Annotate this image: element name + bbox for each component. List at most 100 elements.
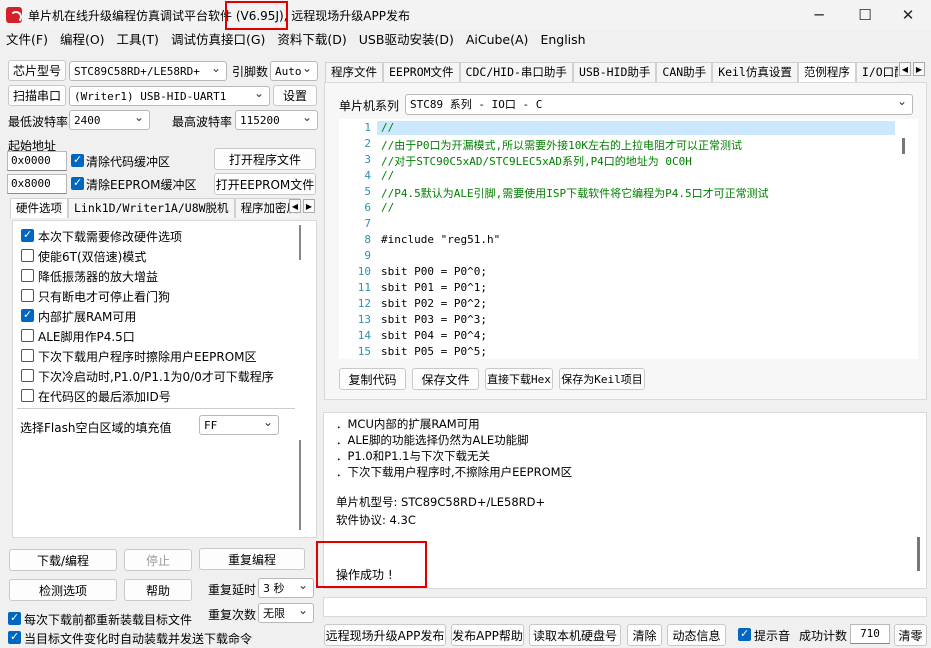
right-tab-2[interactable]: CDC/HID-串口助手 (459, 62, 573, 82)
right-tab-0[interactable]: 程序文件 (325, 62, 383, 82)
right-tab-5[interactable]: Keil仿真设置 (712, 62, 798, 82)
code-line: sbit P02 = P0^2; (381, 297, 487, 310)
maximize-button[interactable]: ☐ (842, 0, 888, 30)
menu-item-5[interactable]: USB驱动安装(D) (353, 30, 460, 50)
save-keil-project-button[interactable]: 保存为Keil项目 (559, 368, 645, 390)
hardware-option-checkbox[interactable] (21, 249, 34, 262)
hardware-option-checkbox[interactable] (21, 308, 34, 322)
download-program-button[interactable]: 下载/编程 (9, 549, 117, 571)
window-title: 单片机在线升级编程仿真调试平台软件 (V6.95J), 远程现场升级APP发布 (28, 9, 410, 23)
version-highlight-box (225, 1, 288, 30)
left-tab-0[interactable]: 硬件选项 (10, 198, 68, 218)
fill-value-select[interactable]: FF (199, 415, 279, 435)
read-disk-id-button[interactable]: 读取本机硬盘号 (529, 624, 621, 646)
clear-eeprom-label: 清除EEPROM缓冲区 (86, 178, 197, 192)
log-line: 软件协议: 4.3C (336, 513, 416, 527)
line-number: 9 (364, 249, 371, 262)
clear-log-button[interactable]: 清除 (627, 624, 662, 646)
right-tab-7[interactable]: I/O口配置 (855, 62, 898, 82)
line-number: 8 (364, 233, 371, 246)
reset-count-button[interactable]: 清零 (894, 624, 927, 646)
max-baud-select[interactable]: 115200 (235, 110, 318, 130)
beep-checkbox[interactable] (738, 627, 751, 641)
repeat-delay-select[interactable]: 3 秒 (258, 578, 314, 598)
save-file-button[interactable]: 保存文件 (412, 368, 479, 390)
repeat-count-select[interactable]: 无限 (258, 603, 314, 623)
line-number: 13 (357, 313, 371, 326)
eeprom-address-input[interactable]: 0x8000 (7, 174, 67, 194)
min-baud-select[interactable]: 2400 (69, 110, 150, 130)
clear-eeprom-checkbox[interactable] (71, 176, 84, 190)
menu-item-3[interactable]: 调试仿真接口(G) (165, 30, 271, 50)
code-scrollbar[interactable] (902, 138, 905, 154)
status-bar (323, 597, 927, 617)
chip-model-button[interactable]: 芯片型号 (8, 60, 66, 81)
hardware-option-checkbox[interactable] (21, 389, 34, 402)
settings-button[interactable]: 设置 (273, 85, 317, 106)
menu-item-0[interactable]: 文件(F) (0, 30, 54, 50)
scan-port-button[interactable]: 扫描串口 (8, 85, 66, 106)
line-number: 3 (364, 153, 371, 166)
hardware-option-checkbox[interactable] (21, 329, 34, 342)
hardware-option-label: 使能6T(双倍速)模式 (38, 250, 147, 264)
repeat-delay-label: 重复延时 (208, 583, 257, 597)
close-button[interactable]: ✕ (885, 0, 931, 30)
hardware-option-label: 在代码区的最后添加ID号 (38, 390, 171, 404)
code-line: sbit P00 = P0^0; (381, 265, 487, 278)
menu-item-4[interactable]: 资料下载(D) (271, 30, 352, 50)
code-line: sbit P04 = P0^4; (381, 329, 487, 342)
right-tab-6[interactable]: 范例程序 (797, 62, 856, 82)
reload-before-download-checkbox[interactable] (8, 611, 21, 625)
clear-code-checkbox[interactable] (71, 153, 84, 167)
auto-reload-label: 当目标文件变化时自动装载并发送下载命令 (24, 632, 253, 646)
menu-item-2[interactable]: 工具(T) (111, 30, 165, 50)
code-address-input[interactable]: 0x0000 (7, 151, 67, 171)
publish-help-button[interactable]: 发布APP帮助 (451, 624, 524, 646)
right-tab-3[interactable]: USB-HID助手 (572, 62, 657, 82)
line-number: 4 (364, 169, 371, 182)
line-number: 11 (357, 281, 371, 294)
menu-item-7[interactable]: English (534, 30, 591, 50)
log-line: ．MCU内部的扩展RAM可用 (336, 417, 480, 431)
check-options-button[interactable]: 检测选项 (9, 579, 117, 601)
open-program-file-button[interactable]: 打开程序文件 (214, 148, 316, 170)
stop-button[interactable]: 停止 (124, 549, 192, 571)
pins-select[interactable]: Auto (270, 61, 318, 81)
log-line: ．P1.0和P1.1与下次下载无关 (336, 449, 490, 463)
help-button[interactable]: 帮助 (124, 579, 192, 601)
options-scrollbar-bottom[interactable] (299, 440, 309, 530)
right-tab-scroll-right-icon[interactable]: ▶ (913, 62, 925, 76)
repeat-program-button[interactable]: 重复编程 (199, 548, 305, 570)
mcu-series-select[interactable]: STC89 系列 - IO口 - C (405, 94, 913, 115)
menu-item-1[interactable]: 编程(O) (54, 30, 111, 50)
right-tab-1[interactable]: EEPROM文件 (383, 62, 460, 82)
download-hex-button[interactable]: 直接下载Hex (485, 368, 553, 390)
dynamic-info-button[interactable]: 动态信息 (667, 624, 726, 646)
chip-model-select[interactable]: STC89C58RD+/LE58RD+ (69, 61, 227, 81)
auto-reload-checkbox[interactable] (8, 630, 21, 644)
menu-item-6[interactable]: AiCube(A) (460, 30, 535, 50)
tab-scroll-right-icon[interactable]: ▶ (303, 199, 315, 213)
hardware-option-checkbox[interactable] (21, 228, 34, 242)
open-eeprom-file-button[interactable]: 打开EEPROM文件 (214, 173, 316, 195)
hardware-option-checkbox[interactable] (21, 349, 34, 362)
tab-scroll-left-icon[interactable]: ◀ (289, 199, 301, 213)
right-tab-scroll-left-icon[interactable]: ◀ (899, 62, 911, 76)
options-scrollbar-top[interactable] (299, 225, 309, 260)
minimize-button[interactable]: ─ (796, 0, 842, 30)
right-tab-4[interactable]: CAN助手 (656, 62, 713, 82)
code-line: //对于STC90C5xAD/STC9LEC5xAD系列,P4口的地址为 0C0… (381, 155, 692, 168)
max-baud-label: 最高波特率 (172, 115, 233, 129)
app-logo-icon (6, 7, 22, 23)
hardware-option-checkbox[interactable] (21, 369, 34, 382)
code-editor[interactable]: 1 // 2 //由于P0口为开漏模式,所以需要外接10K左右的上拉电阻才可以正常测试… (339, 119, 918, 359)
left-tab-1[interactable]: Link1D/Writer1A/U8W脱机 (68, 198, 235, 218)
hardware-option-checkbox[interactable] (21, 269, 34, 282)
log-scrollbar[interactable] (917, 537, 920, 571)
remote-upgrade-button[interactable]: 远程现场升级APP发布 (324, 624, 446, 646)
hardware-option-checkbox[interactable] (21, 289, 34, 302)
code-line: #include "reg51.h" (381, 233, 501, 246)
repeat-count-label: 重复次数 (208, 608, 257, 622)
port-select[interactable]: (Writer1) USB-HID-UART1 (69, 86, 270, 106)
copy-code-button[interactable]: 复制代码 (339, 368, 406, 390)
